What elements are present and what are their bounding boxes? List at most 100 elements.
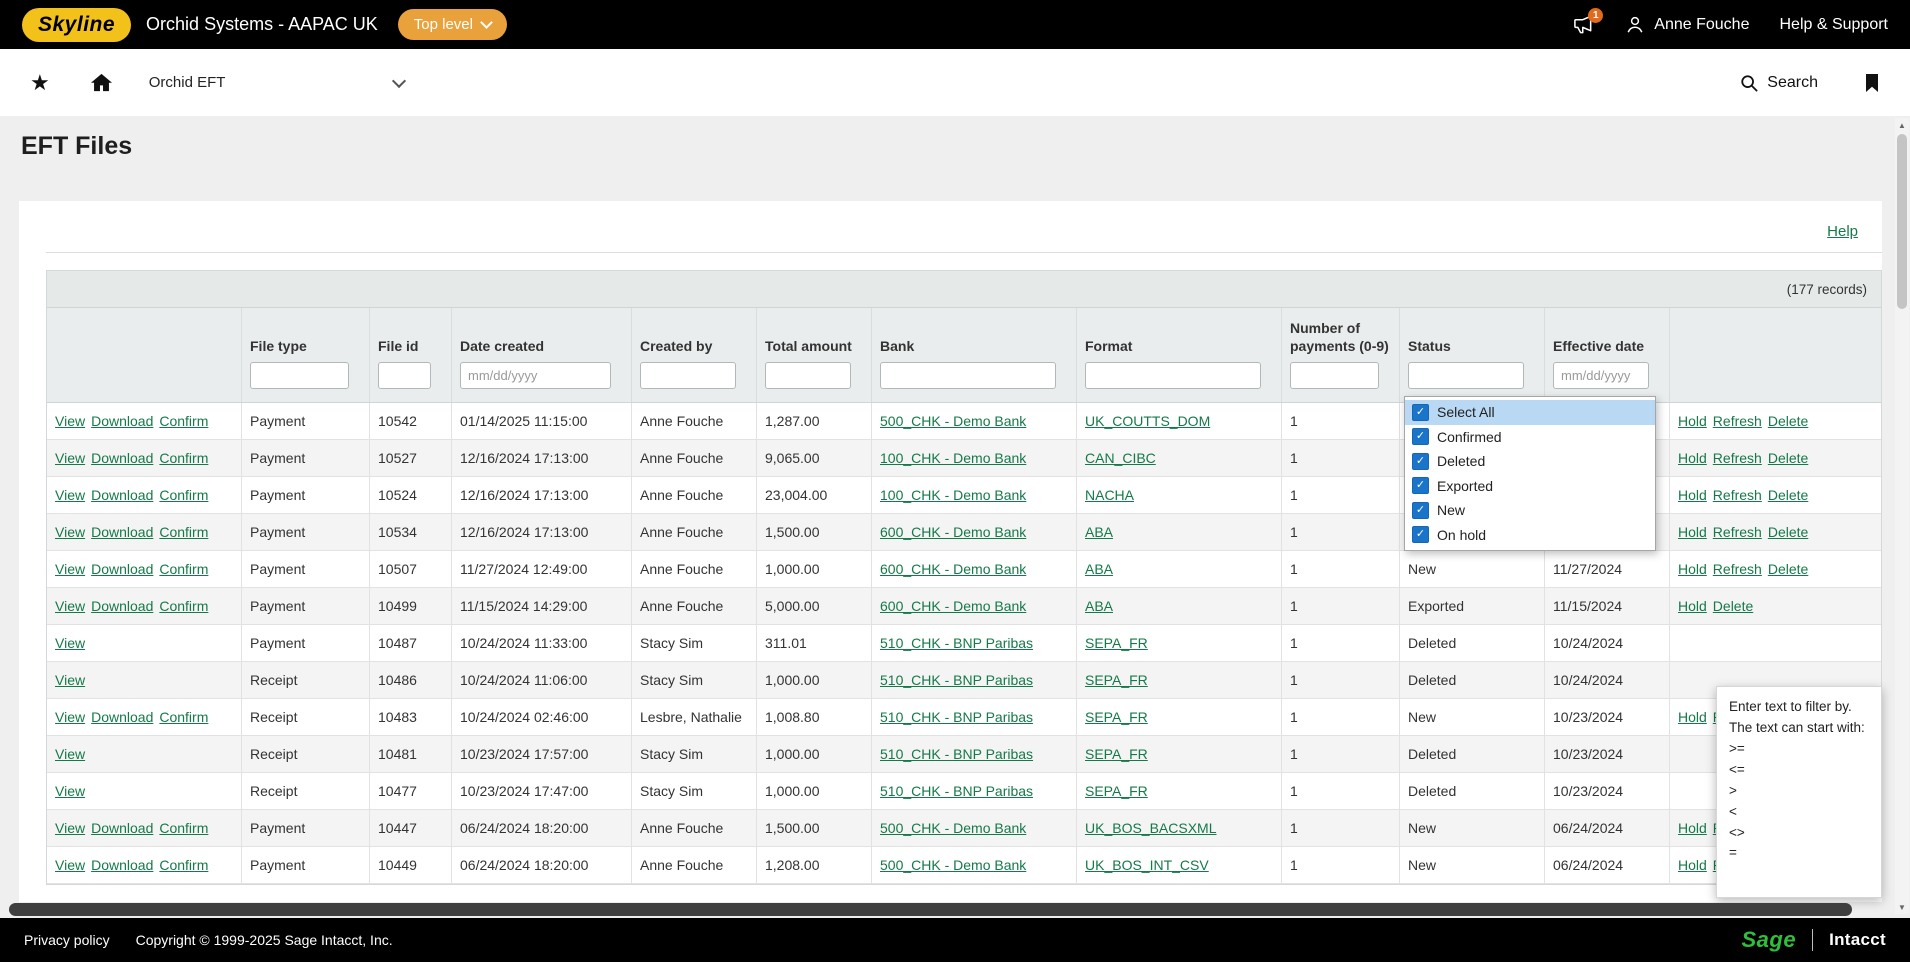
row-action-view[interactable]: View bbox=[55, 524, 85, 540]
row-action-confirm[interactable]: Confirm bbox=[159, 598, 208, 614]
vertical-scrollbar-thumb[interactable] bbox=[1897, 134, 1907, 309]
format-link[interactable]: CAN_CIBC bbox=[1085, 450, 1156, 466]
filter-input-total-amount[interactable] bbox=[765, 362, 851, 389]
row-action-view[interactable]: View bbox=[55, 487, 85, 503]
row-action-delete[interactable]: Delete bbox=[1768, 524, 1808, 540]
row-action-delete[interactable]: Delete bbox=[1713, 598, 1753, 614]
application-menu[interactable]: Orchid EFT bbox=[149, 74, 404, 91]
bank-link[interactable]: 510_CHK - BNP Paribas bbox=[880, 746, 1033, 762]
row-action-download[interactable]: Download bbox=[91, 524, 153, 540]
filter-input-date-created[interactable] bbox=[460, 362, 611, 389]
scroll-down-arrow-icon[interactable]: ▼ bbox=[1895, 900, 1909, 914]
status-option-on-hold[interactable]: ✓On hold bbox=[1405, 523, 1655, 548]
format-link[interactable]: ABA bbox=[1085, 561, 1113, 577]
bank-link[interactable]: 500_CHK - Demo Bank bbox=[880, 820, 1026, 836]
format-link[interactable]: SEPA_FR bbox=[1085, 783, 1148, 799]
bank-link[interactable]: 600_CHK - Demo Bank bbox=[880, 561, 1026, 577]
row-action-download[interactable]: Download bbox=[91, 820, 153, 836]
row-action-hold[interactable]: Hold bbox=[1678, 598, 1707, 614]
format-link[interactable]: SEPA_FR bbox=[1085, 709, 1148, 725]
row-action-view[interactable]: View bbox=[55, 450, 85, 466]
row-action-refresh[interactable]: Refresh bbox=[1713, 450, 1762, 466]
row-action-hold[interactable]: Hold bbox=[1678, 450, 1707, 466]
horizontal-scrollbar[interactable] bbox=[9, 903, 1852, 916]
status-option-confirmed[interactable]: ✓Confirmed bbox=[1405, 425, 1655, 450]
filter-input-number-of-payments-0-9[interactable] bbox=[1290, 362, 1379, 389]
checkbox-checked-icon[interactable]: ✓ bbox=[1412, 477, 1429, 494]
row-action-hold[interactable]: Hold bbox=[1678, 487, 1707, 503]
filter-input-file-id[interactable] bbox=[378, 362, 431, 389]
row-action-refresh[interactable]: Refresh bbox=[1713, 524, 1762, 540]
row-action-delete[interactable]: Delete bbox=[1768, 487, 1808, 503]
help-support-link[interactable]: Help & Support bbox=[1779, 16, 1888, 34]
filter-input-format[interactable] bbox=[1085, 362, 1261, 389]
row-action-view[interactable]: View bbox=[55, 598, 85, 614]
row-action-confirm[interactable]: Confirm bbox=[159, 857, 208, 873]
row-action-download[interactable]: Download bbox=[91, 857, 153, 873]
row-action-confirm[interactable]: Confirm bbox=[159, 709, 208, 725]
scroll-up-arrow-icon[interactable]: ▲ bbox=[1895, 118, 1909, 132]
announcements-button[interactable]: 1 bbox=[1572, 14, 1595, 35]
bank-link[interactable]: 510_CHK - BNP Paribas bbox=[880, 635, 1033, 651]
row-action-confirm[interactable]: Confirm bbox=[159, 561, 208, 577]
row-action-delete[interactable]: Delete bbox=[1768, 413, 1808, 429]
vertical-scrollbar[interactable]: ▲ ▼ bbox=[1895, 118, 1909, 914]
row-action-confirm[interactable]: Confirm bbox=[159, 820, 208, 836]
bank-link[interactable]: 510_CHK - BNP Paribas bbox=[880, 672, 1033, 688]
format-link[interactable]: ABA bbox=[1085, 598, 1113, 614]
row-action-confirm[interactable]: Confirm bbox=[159, 450, 208, 466]
row-action-view[interactable]: View bbox=[55, 709, 85, 725]
row-action-hold[interactable]: Hold bbox=[1678, 524, 1707, 540]
checkbox-checked-icon[interactable]: ✓ bbox=[1412, 428, 1429, 445]
filter-input-created-by[interactable] bbox=[640, 362, 736, 389]
row-action-download[interactable]: Download bbox=[91, 561, 153, 577]
status-option-new[interactable]: ✓New bbox=[1405, 498, 1655, 523]
row-action-confirm[interactable]: Confirm bbox=[159, 524, 208, 540]
bank-link[interactable]: 510_CHK - BNP Paribas bbox=[880, 783, 1033, 799]
row-action-view[interactable]: View bbox=[55, 672, 85, 688]
checkbox-checked-icon[interactable]: ✓ bbox=[1412, 526, 1429, 543]
format-link[interactable]: UK_BOS_INT_CSV bbox=[1085, 857, 1209, 873]
row-action-download[interactable]: Download bbox=[91, 598, 153, 614]
filter-input-status[interactable] bbox=[1408, 362, 1524, 389]
home-button[interactable] bbox=[90, 72, 113, 93]
bank-link[interactable]: 100_CHK - Demo Bank bbox=[880, 450, 1026, 466]
bank-link[interactable]: 600_CHK - Demo Bank bbox=[880, 598, 1026, 614]
favorites-star-icon[interactable]: ★ bbox=[30, 72, 50, 94]
bank-link[interactable]: 500_CHK - Demo Bank bbox=[880, 413, 1026, 429]
filter-input-file-type[interactable] bbox=[250, 362, 349, 389]
format-link[interactable]: SEPA_FR bbox=[1085, 746, 1148, 762]
row-action-view[interactable]: View bbox=[55, 857, 85, 873]
filter-input-bank[interactable] bbox=[880, 362, 1056, 389]
row-action-download[interactable]: Download bbox=[91, 709, 153, 725]
row-action-hold[interactable]: Hold bbox=[1678, 709, 1707, 725]
row-action-view[interactable]: View bbox=[55, 413, 85, 429]
row-action-refresh[interactable]: Refresh bbox=[1713, 561, 1762, 577]
status-option-exported[interactable]: ✓Exported bbox=[1405, 474, 1655, 499]
bank-link[interactable]: 510_CHK - BNP Paribas bbox=[880, 709, 1033, 725]
row-action-refresh[interactable]: Refresh bbox=[1713, 487, 1762, 503]
checkbox-checked-icon[interactable]: ✓ bbox=[1412, 453, 1429, 470]
search-button[interactable]: Search bbox=[1740, 74, 1818, 92]
row-action-delete[interactable]: Delete bbox=[1768, 561, 1808, 577]
bookmark-button[interactable] bbox=[1864, 73, 1880, 93]
status-option-select-all[interactable]: ✓Select All bbox=[1405, 400, 1655, 425]
row-action-view[interactable]: View bbox=[55, 635, 85, 651]
row-action-hold[interactable]: Hold bbox=[1678, 857, 1707, 873]
row-action-download[interactable]: Download bbox=[91, 487, 153, 503]
row-action-download[interactable]: Download bbox=[91, 450, 153, 466]
row-action-refresh[interactable]: Refresh bbox=[1713, 413, 1762, 429]
row-action-hold[interactable]: Hold bbox=[1678, 820, 1707, 836]
row-action-view[interactable]: View bbox=[55, 820, 85, 836]
format-link[interactable]: SEPA_FR bbox=[1085, 635, 1148, 651]
format-link[interactable]: NACHA bbox=[1085, 487, 1134, 503]
format-link[interactable]: UK_COUTTS_DOM bbox=[1085, 413, 1210, 429]
help-link[interactable]: Help bbox=[1827, 223, 1858, 240]
format-link[interactable]: SEPA_FR bbox=[1085, 672, 1148, 688]
row-action-confirm[interactable]: Confirm bbox=[159, 487, 208, 503]
bank-link[interactable]: 500_CHK - Demo Bank bbox=[880, 857, 1026, 873]
entity-selector-button[interactable]: Top level bbox=[398, 9, 507, 40]
bank-link[interactable]: 100_CHK - Demo Bank bbox=[880, 487, 1026, 503]
user-menu[interactable]: Anne Fouche bbox=[1625, 15, 1749, 35]
filter-input-effective-date[interactable] bbox=[1553, 362, 1649, 389]
